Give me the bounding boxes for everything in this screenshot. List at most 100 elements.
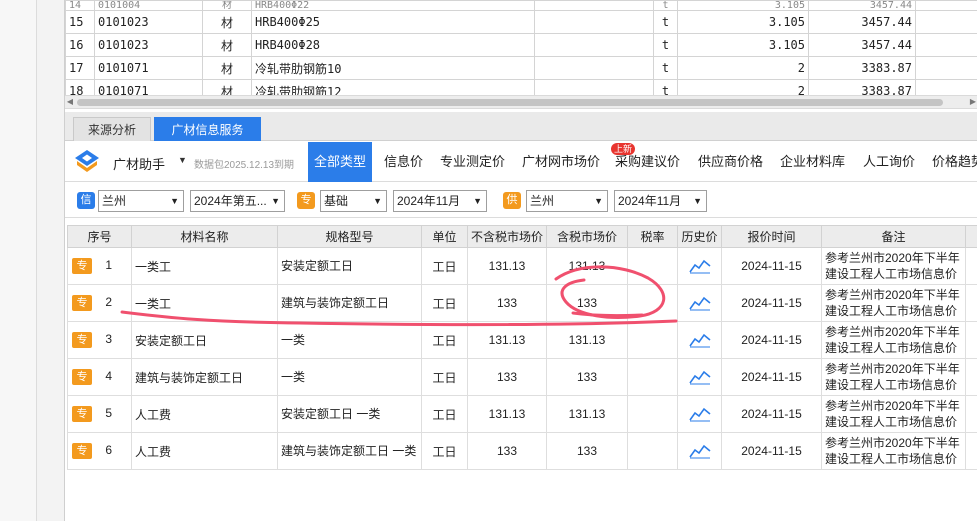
cell-tax-rate: [627, 358, 678, 396]
nav-tab-enterprise-library[interactable]: 企业材料库: [780, 142, 845, 182]
city-select[interactable]: 兰州 ▼: [98, 190, 184, 212]
row-number: 15: [65, 10, 95, 34]
cell-quote-time: 2024-11-15: [721, 358, 822, 396]
material-price: 3457.44: [808, 0, 916, 11]
professional-tag: 专: [72, 369, 92, 385]
grid-row[interactable]: 专 5 人工费 安装定额工日 一类 工日 131.13 131.13 2024-11-15 参…: [67, 395, 977, 433]
trend-chart-icon[interactable]: [688, 443, 711, 459]
cell-history[interactable]: [677, 247, 722, 285]
material-type: 材: [202, 56, 252, 80]
material-quantity: 3.105: [677, 33, 809, 57]
nav-tab-supplier-price[interactable]: 供应商价格: [698, 142, 763, 182]
header-note[interactable]: 备注: [821, 225, 966, 248]
cell-price-in-tax: 131.13: [546, 321, 628, 359]
nav-tab-market-price[interactable]: 广材网市场价: [522, 142, 600, 182]
row-number: 17: [65, 56, 95, 80]
cell-spec: 安装定额工日: [277, 247, 422, 285]
scrollbar-thumb[interactable]: [77, 99, 943, 106]
cell-price-ex-tax: 133: [467, 432, 547, 470]
cell-unit: 工日: [421, 247, 468, 285]
supplier-month-select[interactable]: 2024年11月 ▼: [614, 190, 707, 212]
material-code: 0101023: [94, 10, 203, 34]
trend-chart-icon[interactable]: [688, 369, 711, 385]
grid-row[interactable]: 专 6 人工费 建筑与装饰定额工日 一类 工日 133 133 2024-11-15 参考兰州…: [67, 432, 977, 470]
material-unit: t: [653, 10, 678, 34]
header-quote-time[interactable]: 报价时间: [721, 225, 822, 248]
grid-row[interactable]: 专 4 建筑与装饰定额工日 一类 工日 133 133 2024-11-15 参考兰州市202…: [67, 358, 977, 396]
cell-history[interactable]: [677, 395, 722, 433]
row-number: 4: [105, 369, 113, 384]
cell-history[interactable]: [677, 432, 722, 470]
table-row[interactable]: 17 0101071 材 冷轧带肋钢筋10 t 2 3383.87: [65, 56, 977, 80]
header-material-name[interactable]: 材料名称: [131, 225, 278, 248]
supplier-city-value: 兰州: [530, 194, 555, 208]
period-select[interactable]: 2024年第五... ▼: [190, 190, 285, 212]
cell-history[interactable]: [677, 321, 722, 359]
cell-material-name: 安装定额工日: [131, 321, 278, 359]
base-select[interactable]: 基础 ▼: [320, 190, 387, 212]
trend-chart-icon[interactable]: [688, 295, 711, 311]
chevron-down-icon[interactable]: ▼: [178, 155, 187, 165]
header-unit[interactable]: 单位: [421, 225, 468, 248]
nav-tab-professional-price[interactable]: 专业测定价: [440, 142, 505, 182]
scroll-right-icon[interactable]: ▶: [969, 98, 977, 106]
cell-price-ex-tax: 133: [467, 358, 547, 396]
cell-spacer: [965, 358, 977, 396]
header-history[interactable]: 历史价: [677, 225, 722, 248]
table-row[interactable]: 15 0101023 材 HRB400Φ25 t 3.105 3457.44: [65, 10, 977, 34]
professional-tag: 专: [72, 258, 92, 274]
cell-note: 参考兰州市2020年下半年建设工程人工市场信息价: [821, 321, 966, 359]
cell-price-ex-tax: 133: [467, 284, 547, 322]
cell-price-in-tax: 133: [546, 358, 628, 396]
header-no[interactable]: 序号: [67, 225, 132, 248]
material-code: 0101023: [94, 33, 203, 57]
cell-material-name: 一类工: [131, 247, 278, 285]
supplier-city-select[interactable]: 兰州 ▼: [526, 190, 608, 212]
header-price-in-tax[interactable]: 含税市场价: [546, 225, 628, 248]
cell-note: 参考兰州市2020年下半年建设工程人工市场信息价: [821, 395, 966, 433]
horizontal-scrollbar[interactable]: ◀ ▶: [65, 95, 977, 109]
tab-source-analysis[interactable]: 来源分析: [73, 117, 151, 141]
table-row[interactable]: 14 0101004 材 HRB400Φ22 t 3.105 3457.44: [65, 0, 977, 11]
material-code: 0101004: [94, 0, 203, 11]
row-number: 6: [105, 443, 113, 458]
cell-history[interactable]: [677, 358, 722, 396]
header-price-ex-tax[interactable]: 不含税市场价: [467, 225, 547, 248]
material-unit: t: [653, 0, 678, 11]
nav-tab-labor-inquiry[interactable]: 人工询价: [863, 142, 915, 182]
trend-chart-icon[interactable]: [688, 258, 711, 274]
table-row[interactable]: 16 0101023 材 HRB400Φ28 t 3.105 3457.44: [65, 33, 977, 57]
month-select[interactable]: 2024年11月 ▼: [393, 190, 487, 212]
tab-gc-info-service[interactable]: 广材信息服务: [154, 117, 261, 141]
grid-row[interactable]: 专 1 一类工 安装定额工日 工日 131.13 131.13 2024-11-15 参考兰州…: [67, 247, 977, 285]
cell-quote-time: 2024-11-15: [721, 284, 822, 322]
nav-tab-price-trend[interactable]: 价格趋势: [932, 142, 977, 182]
cell-note: 参考兰州市2020年下半年建设工程人工市场信息价: [821, 358, 966, 396]
header-spec[interactable]: 规格型号: [277, 225, 422, 248]
cell-spacer: [965, 247, 977, 285]
filter-bar: 信 兰州 ▼ 2024年第五... ▼ 专 基础 ▼ 2024年11月 ▼ 供 兰州 ▼ …: [65, 184, 977, 218]
grid-row[interactable]: 专 2 一类工 建筑与装饰定额工日 工日 133 133 2024-11-15 参考兰州市20…: [67, 284, 977, 322]
cell-spacer: [965, 284, 977, 322]
header-tax-rate[interactable]: 税率: [627, 225, 678, 248]
cell-price-in-tax: 133: [546, 432, 628, 470]
material-price: 3457.44: [808, 10, 916, 34]
assistant-title: 广材助手: [113, 157, 166, 172]
empty-cell: [534, 0, 654, 11]
scroll-left-icon[interactable]: ◀: [66, 98, 74, 106]
cell-spacer: [965, 432, 977, 470]
cell-no: 专 4: [67, 358, 132, 396]
trend-chart-icon[interactable]: [688, 406, 711, 422]
grid-row[interactable]: 专 3 安装定额工日 一类 工日 131.13 131.13 2024-11-15 参考兰州市…: [67, 321, 977, 359]
cell-no: 专 6: [67, 432, 132, 470]
cell-history[interactable]: [677, 284, 722, 322]
cell-no: 专 5: [67, 395, 132, 433]
trend-chart-icon[interactable]: [688, 332, 711, 348]
city-select-value: 兰州: [102, 194, 127, 208]
assistant-toolbar: 广材助手 ▼ 数据包2025.12.13到期 全部类型 信息价 专业测定价 广材…: [65, 142, 977, 182]
nav-tab-all-types[interactable]: 全部类型: [308, 142, 372, 182]
cell-material-name: 建筑与装饰定额工日: [131, 358, 278, 396]
left-gutter: [0, 0, 37, 521]
chevron-down-icon: ▼: [473, 196, 482, 206]
nav-tab-info-price[interactable]: 信息价: [384, 142, 423, 182]
